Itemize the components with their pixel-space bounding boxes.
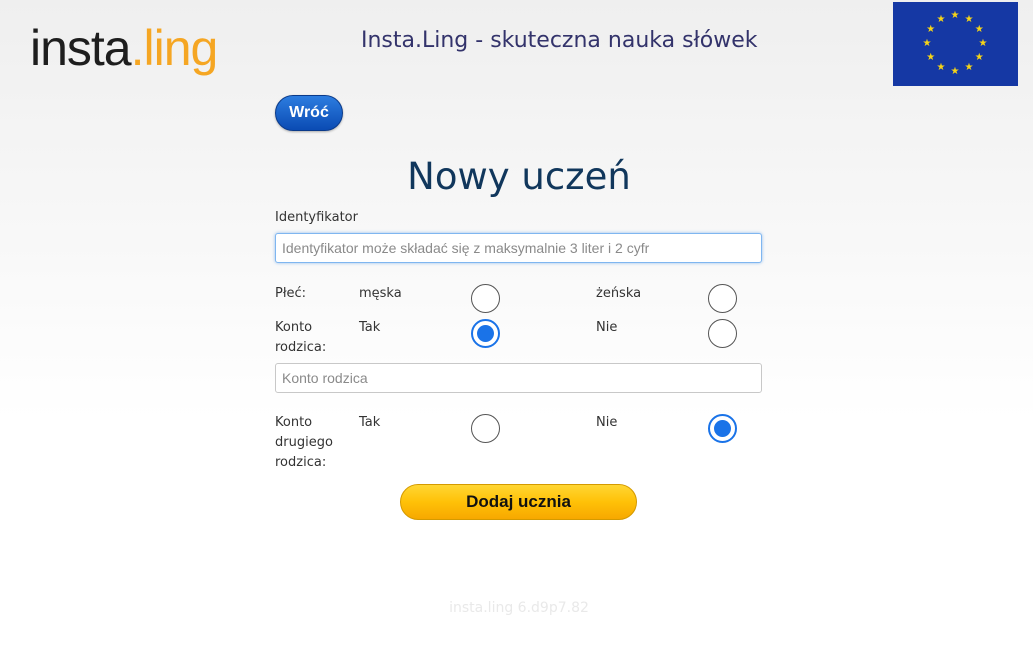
parent-account-label: Konto rodzica: (275, 318, 326, 358)
gender-female-label: żeńska (596, 286, 642, 301)
star-icon: ★ (978, 38, 988, 49)
second-parent-account-yes-label: Tak (359, 415, 381, 430)
second-parent-account-label-line1: Konto (275, 415, 313, 430)
star-icon: ★ (922, 38, 932, 49)
star-icon: ★ (964, 13, 974, 25)
gender-male-radio[interactable] (471, 284, 500, 313)
second-parent-account-no-label: Nie (596, 415, 618, 430)
star-icon: ★ (950, 10, 960, 21)
second-parent-account-label: Konto drugiego rodzica: (275, 413, 333, 473)
back-button[interactable]: Wróć (275, 95, 343, 131)
parent-account-label-line2: rodzica: (275, 340, 327, 355)
second-parent-account-label-line2: drugiego (275, 435, 333, 450)
gender-label: Płeć: (275, 286, 307, 301)
star-icon: ★ (936, 13, 946, 25)
star-icon: ★ (936, 62, 946, 74)
gender-female-radio[interactable] (708, 284, 737, 313)
star-icon: ★ (974, 24, 984, 35)
gender-male-label: męska (359, 286, 402, 301)
second-parent-account-label-line3: rodzica: (275, 455, 327, 470)
page-title: Nowy uczeń (407, 155, 631, 198)
star-icon: ★ (974, 52, 984, 63)
star-icon: ★ (926, 52, 936, 63)
second-parent-account-no-radio[interactable] (708, 414, 737, 443)
version-text: insta.ling 6.d9p7.82 (449, 600, 589, 616)
second-parent-account-yes-radio[interactable] (471, 414, 500, 443)
eu-flag-icon: ★ ★ ★ ★ ★ ★ ★ ★ ★ ★ ★ ★ (893, 2, 1018, 86)
parent-account-label-line1: Konto (275, 320, 313, 335)
identifier-label: Identyfikator (275, 210, 358, 225)
header-title: Insta.Ling - skuteczna nauka słówek (361, 28, 758, 53)
logo: insta.ling (30, 18, 219, 78)
parent-account-yes-radio[interactable] (471, 319, 500, 348)
parent-account-input[interactable] (275, 363, 762, 393)
logo-text-insta: insta (30, 20, 132, 76)
star-icon: ★ (964, 62, 974, 74)
parent-account-no-radio[interactable] (708, 319, 737, 348)
star-icon: ★ (926, 24, 936, 35)
add-student-button[interactable]: Dodaj ucznia (400, 484, 637, 520)
identifier-input[interactable] (275, 233, 762, 263)
parent-account-yes-label: Tak (359, 320, 381, 335)
logo-dot: . (130, 20, 145, 76)
logo-text-ling: ling (143, 20, 219, 76)
parent-account-no-label: Nie (596, 320, 618, 335)
star-icon: ★ (950, 66, 960, 77)
